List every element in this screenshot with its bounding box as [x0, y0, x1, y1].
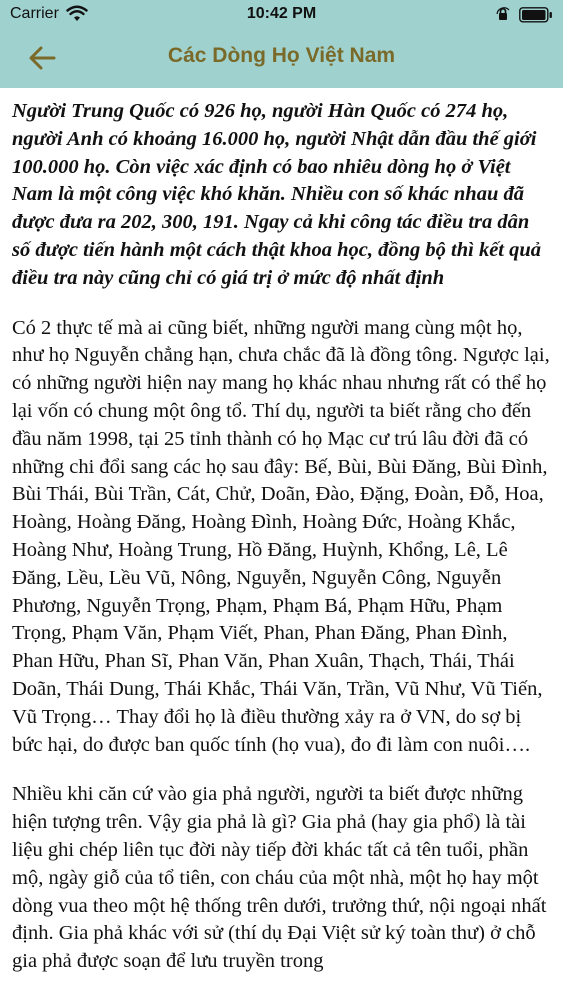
navigation-bar: Các Dòng Họ Việt Nam	[0, 30, 563, 88]
article-intro: Người Trung Quốc có 926 họ, người Hàn Qu…	[12, 100, 542, 289]
app-header: Carrier 10:42 PM Các Dòng Họ Việt Nam	[0, 0, 563, 88]
article-paragraph: Nhiều khi căn cứ vào gia phả người, ngườ…	[12, 783, 547, 973]
article-paragraph: Có 2 thực tế mà ai cũng biết, những ngườ…	[12, 316, 550, 756]
clock: 10:42 PM	[246, 5, 317, 22]
orientation-lock-icon	[496, 7, 510, 20]
status-bar: Carrier 10:42 PM	[0, 0, 563, 30]
page-title: Các Dòng Họ Việt Nam	[167, 44, 396, 67]
article-body: Người Trung Quốc có 926 họ, người Hàn Qu…	[12, 98, 552, 998]
battery-icon	[519, 7, 552, 23]
